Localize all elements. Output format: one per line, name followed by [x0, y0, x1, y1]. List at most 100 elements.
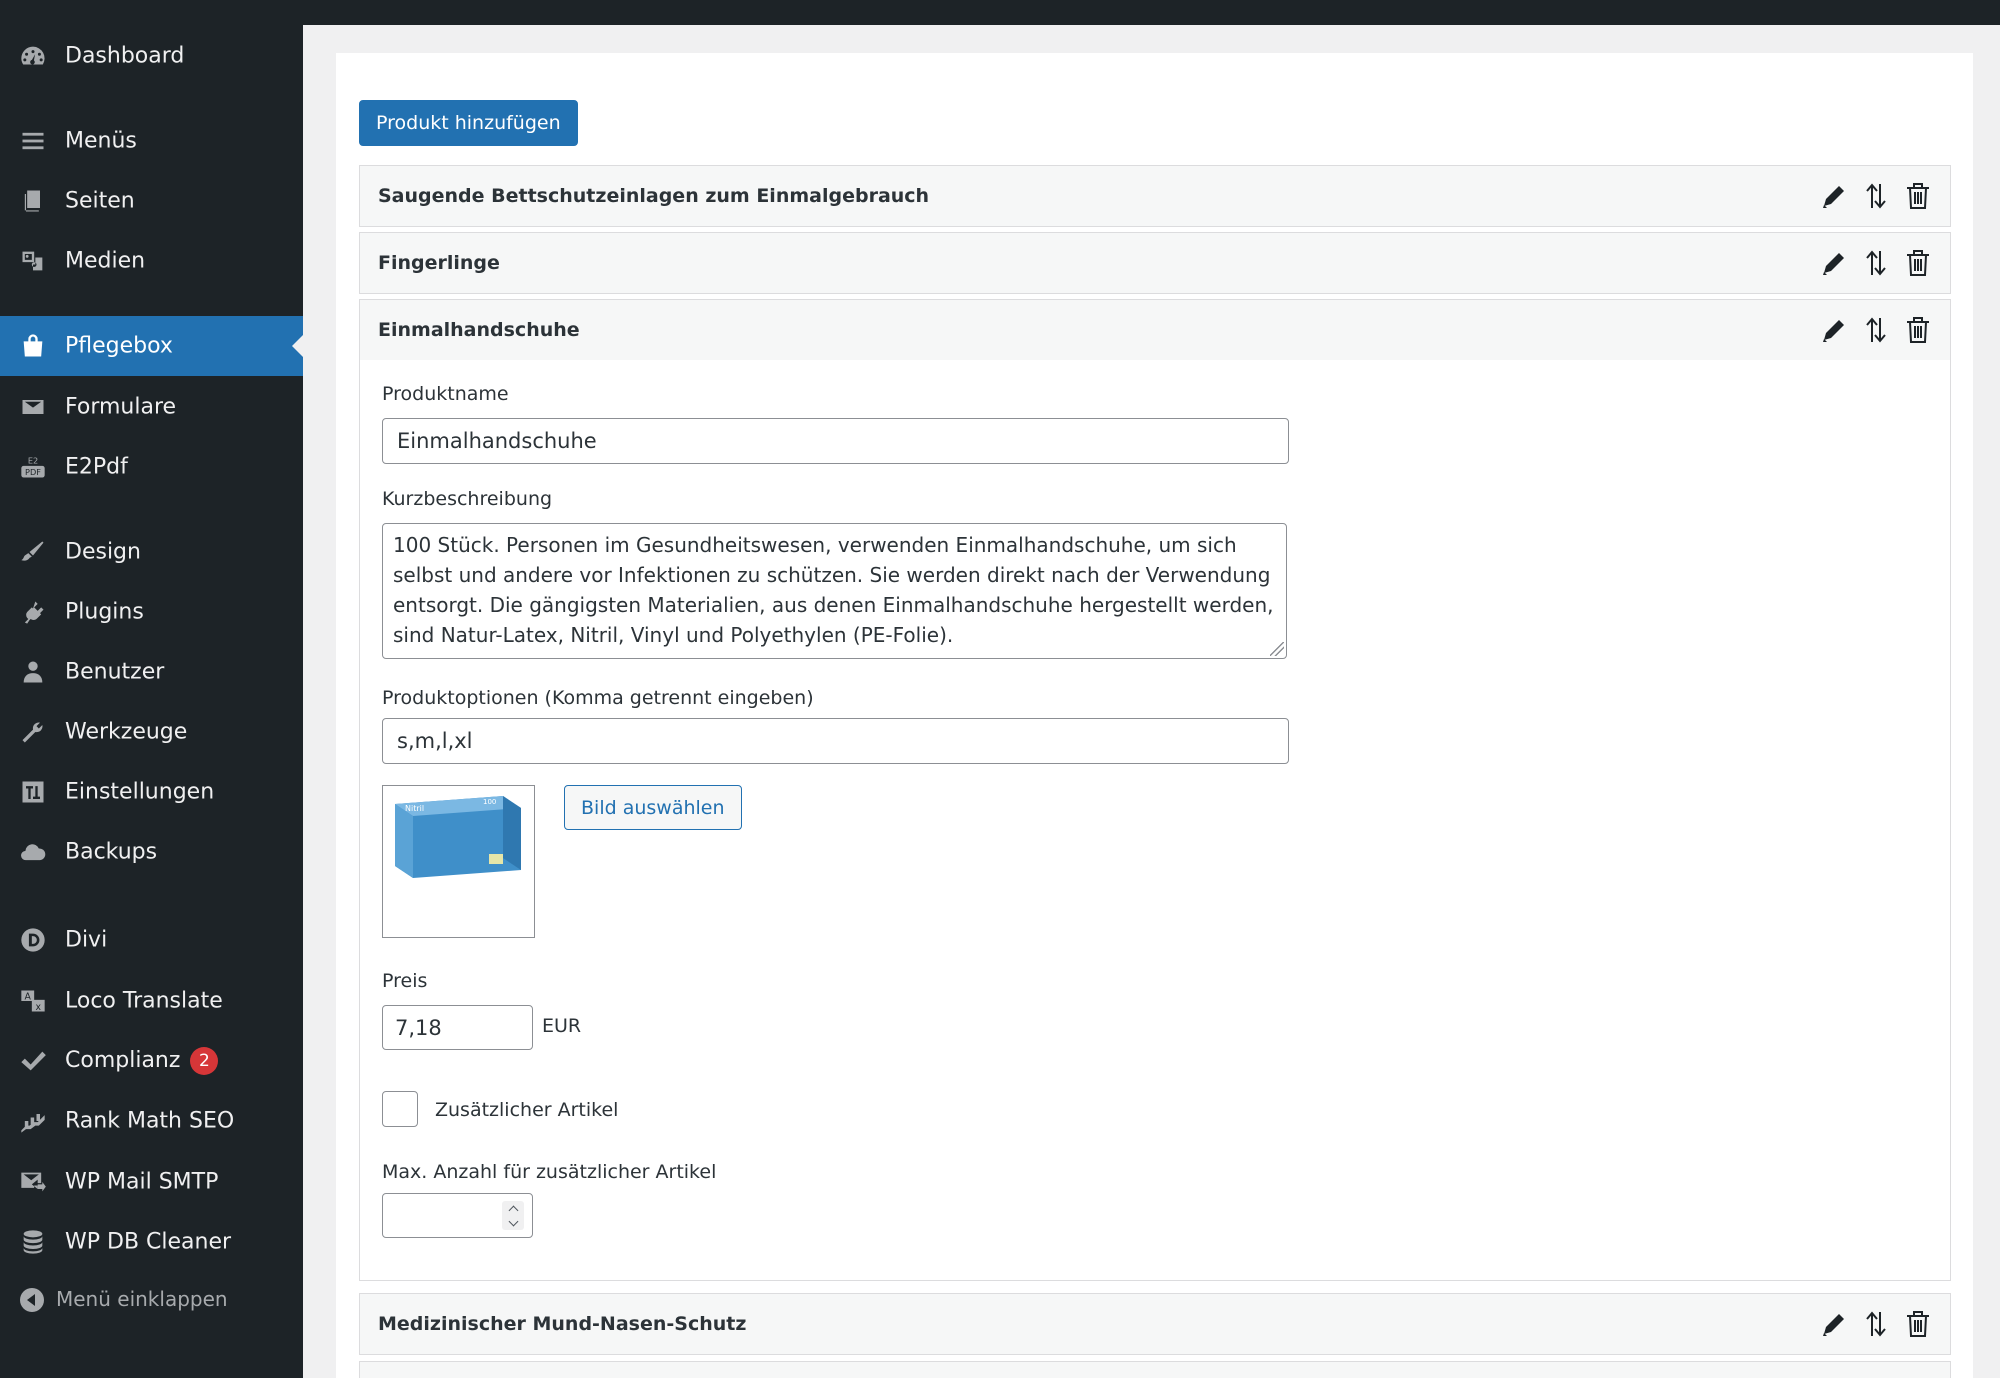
notification-badge: 2: [190, 1047, 219, 1075]
price-value: 7,18: [395, 1015, 442, 1040]
product-options-input[interactable]: s,m,l,xl: [382, 718, 1289, 764]
sidebar-item-settings[interactable]: Einstellungen: [0, 762, 303, 822]
e2pdf-icon: E2 PDF: [18, 452, 48, 482]
sidebar-item-wp-mail-smtp[interactable]: WP Mail SMTP: [0, 1152, 303, 1212]
product-image-preview[interactable]: Nitril 100: [382, 785, 535, 938]
delete-trash-icon[interactable]: [1904, 315, 1932, 345]
collapse-arrow-icon: [20, 1288, 44, 1312]
settings-icon: [18, 777, 48, 807]
edit-pencil-icon[interactable]: [1820, 181, 1848, 211]
resize-grip-icon[interactable]: [1270, 642, 1284, 656]
delete-trash-icon[interactable]: [1904, 1309, 1932, 1339]
product-header[interactable]: Einmalhandschuhe: [360, 300, 1950, 360]
cloud-icon: [18, 837, 48, 867]
sidebar-item-pages[interactable]: Seiten: [0, 171, 303, 231]
sidebar-item-complianz[interactable]: Complianz 2: [0, 1031, 303, 1091]
sidebar-item-label: Pflegebox: [65, 333, 173, 359]
sidebar-item-rank-math-seo[interactable]: Rank Math SEO: [0, 1091, 303, 1151]
additional-item-checkbox[interactable]: [382, 1091, 418, 1127]
wrench-icon: [18, 717, 48, 747]
collapse-menu-button[interactable]: Menü einklappen: [0, 1278, 303, 1322]
additional-item-label: Zusätzlicher Artikel: [435, 1099, 619, 1121]
sidebar-item-label: Medien: [65, 248, 146, 274]
divi-icon: [18, 925, 48, 955]
sidebar-item-label: Dashboard: [65, 43, 185, 69]
edit-pencil-icon[interactable]: [1820, 1309, 1848, 1339]
select-image-button[interactable]: Bild auswählen: [564, 785, 742, 830]
glove-box-image: Nitril 100: [395, 796, 521, 878]
sidebar-item-divi[interactable]: Divi: [0, 910, 303, 970]
admin-sidebar: Dashboard Menüs Seiten Medien Pflegebox …: [0, 0, 303, 1378]
product-name-input[interactable]: Einmalhandschuhe: [382, 418, 1289, 464]
edit-pencil-icon[interactable]: [1820, 315, 1848, 345]
sidebar-item-label: Design: [65, 539, 141, 565]
product-accordion: Medizinischer Mund-Nasen-Schutz: [359, 1293, 1951, 1355]
brush-icon: [18, 537, 48, 567]
sidebar-item-label: Benutzer: [65, 659, 165, 685]
plugin-icon: [18, 597, 48, 627]
translate-icon: Ax: [18, 986, 48, 1016]
add-product-button[interactable]: Produkt hinzufügen: [359, 100, 578, 146]
product-name-label: Produktname: [382, 383, 509, 405]
sidebar-item-menus[interactable]: Menüs: [0, 111, 303, 171]
sidebar-item-label: Rank Math SEO: [65, 1108, 235, 1134]
sidebar-item-label: E2Pdf: [65, 454, 128, 480]
sidebar-item-label: Loco Translate: [65, 988, 223, 1014]
collapse-menu-label: Menü einklappen: [56, 1287, 228, 1311]
svg-text:Nitril: Nitril: [405, 804, 424, 813]
reorder-arrows-icon[interactable]: [1862, 248, 1890, 278]
price-input[interactable]: 7,18: [382, 1005, 533, 1050]
sidebar-item-media[interactable]: Medien: [0, 231, 303, 291]
product-name-value: Einmalhandschuhe: [397, 429, 597, 453]
sidebar-item-users[interactable]: Benutzer: [0, 642, 303, 702]
sidebar-item-backups[interactable]: Backups: [0, 822, 303, 882]
product-header[interactable]: Fingerlinge: [360, 233, 1950, 293]
sidebar-item-label: Backups: [65, 839, 158, 865]
product-accordion: Fingerlinge: [359, 232, 1951, 294]
sidebar-item-forms[interactable]: Formulare: [0, 377, 303, 437]
delete-trash-icon[interactable]: [1904, 181, 1932, 211]
sidebar-item-wp-db-cleaner[interactable]: WP DB Cleaner: [0, 1212, 303, 1272]
sidebar-item-tools[interactable]: Werkzeuge: [0, 702, 303, 762]
shopping-bag-icon: [18, 331, 48, 361]
pages-icon: [18, 186, 48, 216]
product-header[interactable]: Medizinischer Mund-Nasen-Schutz: [360, 1294, 1950, 1354]
sidebar-item-label: Werkzeuge: [65, 719, 188, 745]
svg-text:PDF: PDF: [25, 467, 41, 477]
sidebar-item-label: Divi: [65, 927, 108, 953]
sidebar-item-design[interactable]: Design: [0, 522, 303, 582]
menu-icon: [18, 126, 48, 156]
sidebar-item-e2pdf[interactable]: E2 PDF E2Pdf: [0, 437, 303, 497]
sidebar-item-label: Plugins: [65, 599, 144, 625]
spinner-down-icon[interactable]: [508, 1216, 518, 1226]
reorder-arrows-icon[interactable]: [1862, 1309, 1890, 1339]
sidebar-item-label: Seiten: [65, 188, 135, 214]
sidebar-item-loco-translate[interactable]: Ax Loco Translate: [0, 971, 303, 1031]
product-header[interactable]: Saugende Bettschutzeinlagen zum Einmalge…: [360, 166, 1950, 226]
product-actions: [1820, 315, 1932, 345]
product-actions: [1820, 181, 1932, 211]
product-panel: Produkt hinzufügen Saugende Bettschutzei…: [336, 53, 1973, 1378]
delete-trash-icon[interactable]: [1904, 248, 1932, 278]
max-quantity-input[interactable]: [382, 1193, 533, 1238]
reorder-arrows-icon[interactable]: [1862, 315, 1890, 345]
product-actions: [1820, 1309, 1932, 1339]
spinner-up-icon[interactable]: [508, 1205, 518, 1215]
svg-text:100: 100: [483, 798, 496, 806]
product-accordion: Saugende Bettschutzeinlagen zum Einmalge…: [359, 165, 1951, 227]
sidebar-item-plugins[interactable]: Plugins: [0, 582, 303, 642]
short-description-textarea[interactable]: 100 Stück. Personen im Gesundheitswesen,…: [382, 523, 1287, 659]
reorder-arrows-icon[interactable]: [1862, 181, 1890, 211]
media-icon: [18, 246, 48, 276]
product-form: Produktname Einmalhandschuhe Kurzbeschre…: [360, 360, 1950, 1280]
dashboard-icon: [18, 41, 48, 71]
sidebar-item-label: Complianz: [65, 1048, 181, 1073]
product-options-value: s,m,l,xl: [397, 729, 473, 753]
number-spinner[interactable]: [502, 1201, 524, 1230]
user-icon: [18, 657, 48, 687]
sidebar-item-dashboard[interactable]: Dashboard: [0, 26, 303, 86]
main-content: Produkt hinzufügen Saugende Bettschutzei…: [303, 25, 2000, 1378]
sidebar-item-pflegebox[interactable]: Pflegebox: [0, 316, 303, 376]
edit-pencil-icon[interactable]: [1820, 248, 1848, 278]
product-accordion-expanded: Einmalhandschuhe Produktname Einmalhands…: [359, 299, 1951, 1281]
